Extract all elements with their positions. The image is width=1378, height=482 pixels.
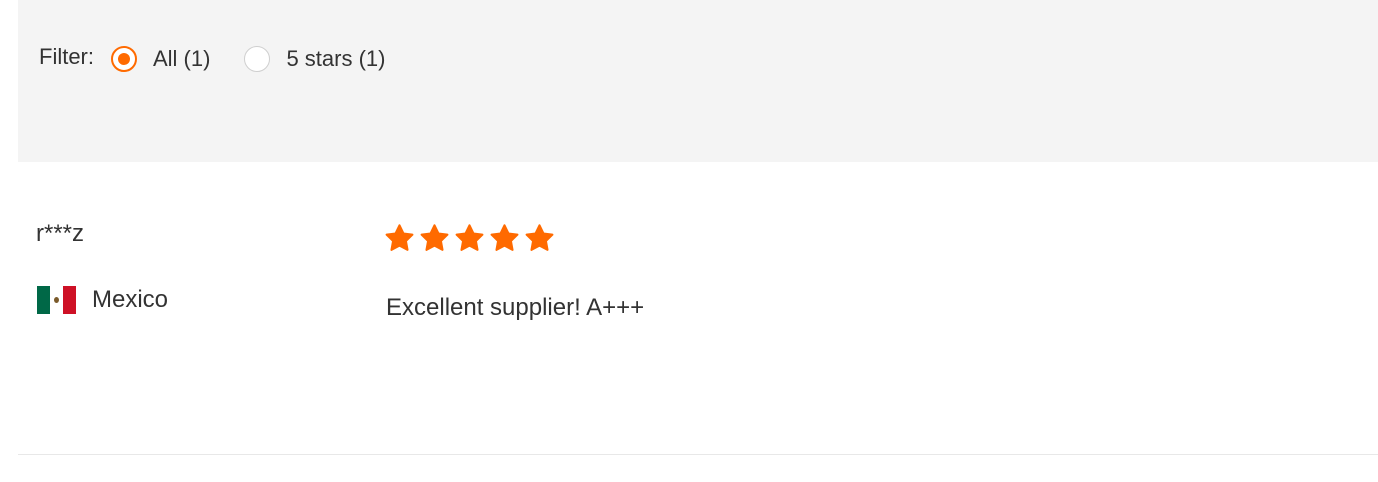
- filter-label: Filter:: [39, 44, 94, 69]
- review-item: r***z Mexico Excellent supplier! A+++: [18, 162, 1378, 455]
- filter-option-all-label[interactable]: All (1): [153, 46, 210, 72]
- filter-option-5-stars[interactable]: 5 stars (1): [244, 46, 385, 72]
- radio-all[interactable]: [111, 46, 137, 72]
- review-text: Excellent supplier! A+++: [386, 294, 645, 321]
- filter-option-5-stars-label[interactable]: 5 stars (1): [286, 46, 385, 72]
- star-icon: [385, 224, 414, 251]
- star-icon: [490, 224, 519, 251]
- filter-row: Filter: All (1) 5 stars (1): [39, 40, 419, 78]
- star-icon: [420, 224, 449, 251]
- review-filter-bar: Filter: All (1) 5 stars (1): [18, 0, 1378, 162]
- reviewer-country: Mexico: [37, 286, 168, 314]
- mexico-flag-icon: [37, 286, 76, 314]
- star-icon: [455, 224, 484, 251]
- star-rating: [384, 223, 559, 254]
- filter-option-all[interactable]: All (1): [111, 46, 210, 72]
- star-icon: [525, 224, 554, 251]
- country-name: Mexico: [92, 286, 169, 313]
- reviewer-name: r***z: [36, 220, 85, 247]
- radio-5-stars[interactable]: [244, 46, 271, 72]
